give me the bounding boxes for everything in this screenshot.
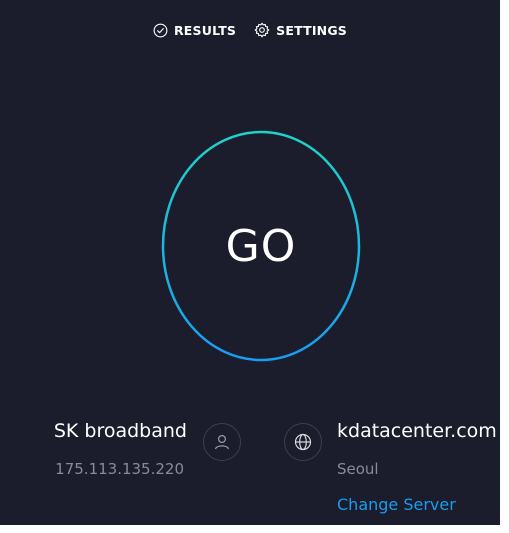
gear-icon [254, 22, 270, 38]
globe-icon [284, 423, 322, 461]
screenshot-frame: RESULTS SETTINGS GO SK broadband 175.113… [0, 0, 509, 533]
go-button[interactable]: GO [161, 130, 361, 362]
person-icon [203, 423, 241, 461]
results-tab[interactable]: RESULTS [153, 23, 236, 38]
server-name: kdatacenter.com [337, 420, 497, 442]
isp-name: SK broadband [53, 420, 187, 442]
check-circle-icon [153, 23, 168, 38]
settings-tab[interactable]: SETTINGS [254, 22, 347, 38]
results-label: RESULTS [173, 22, 237, 38]
speedtest-panel: RESULTS SETTINGS GO SK broadband 175.113… [0, 0, 500, 525]
settings-label: SETTINGS [276, 22, 347, 38]
change-server-link[interactable]: Change Server [337, 495, 456, 514]
go-label: GO [225, 220, 297, 272]
isp-ip-address: 175.113.135.220 [55, 460, 184, 478]
server-city: Seoul [337, 460, 379, 478]
top-nav: RESULTS SETTINGS [0, 22, 500, 38]
